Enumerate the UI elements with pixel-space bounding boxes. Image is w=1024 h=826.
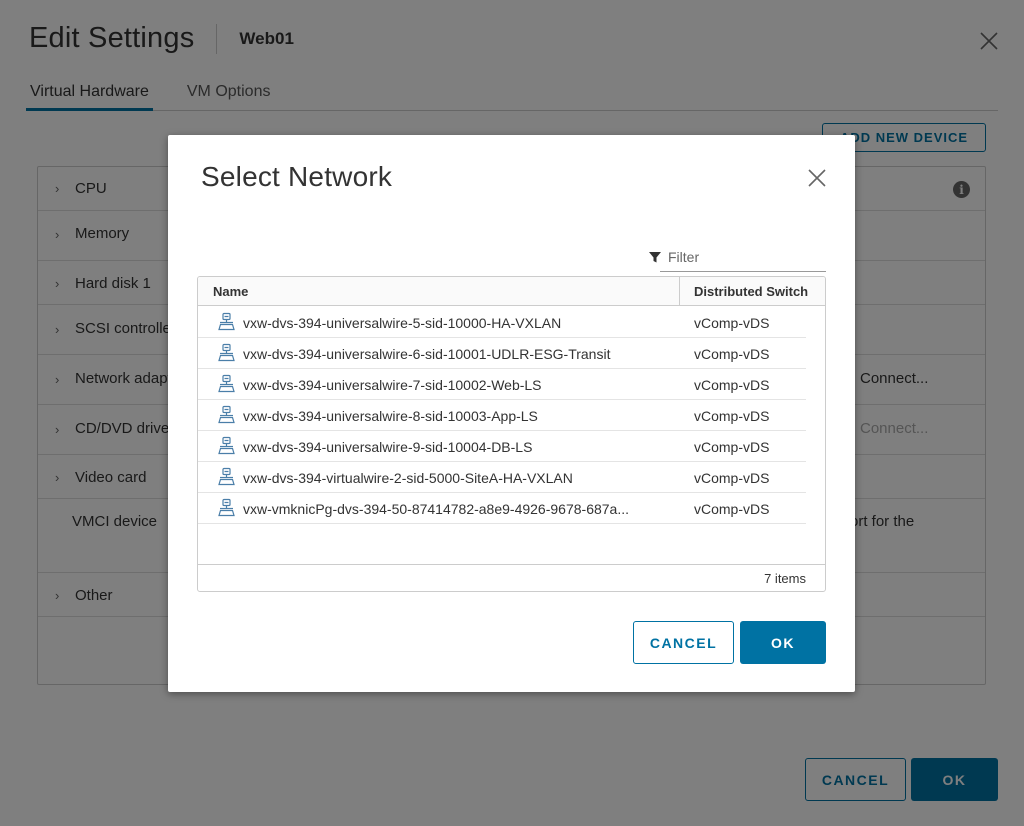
ok-button[interactable]: OK <box>740 621 826 664</box>
switch-name: vComp-vDS <box>694 315 770 331</box>
network-icon <box>218 343 235 362</box>
cell-switch: vComp-vDS <box>681 400 806 431</box>
network-name: vxw-dvs-394-universalwire-5-sid-10000-HA… <box>243 315 562 331</box>
network-icon <box>218 405 235 424</box>
cell-name: vxw-dvs-394-virtualwire-2-sid-5000-SiteA… <box>198 462 681 493</box>
network-grid: Name Distributed Switch vxw-dvs-394-univ… <box>197 276 826 592</box>
cell-switch: vComp-vDS <box>681 462 806 493</box>
cell-name: vxw-vmknicPg-dvs-394-50-87414782-a8e9-49… <box>198 493 681 524</box>
cell-name: vxw-dvs-394-universalwire-9-sid-10004-DB… <box>198 431 681 462</box>
cell-switch: vComp-vDS <box>681 493 806 524</box>
grid-body: vxw-dvs-394-universalwire-5-sid-10000-HA… <box>198 307 825 524</box>
cell-switch: vComp-vDS <box>681 369 806 400</box>
column-resize-handle[interactable] <box>679 277 680 306</box>
switch-name: vComp-vDS <box>694 346 770 362</box>
column-header-distributed-switch[interactable]: Distributed Switch <box>694 284 808 299</box>
cell-name: vxw-dvs-394-universalwire-5-sid-10000-HA… <box>198 307 681 338</box>
grid-header: Name Distributed Switch <box>198 277 825 306</box>
table-row[interactable]: vxw-dvs-394-universalwire-9-sid-10004-DB… <box>198 431 825 462</box>
dialog-title: Select Network <box>201 161 393 192</box>
network-name: vxw-dvs-394-universalwire-8-sid-10003-Ap… <box>243 408 538 424</box>
network-icon <box>218 498 235 517</box>
select-network-dialog: Select Network Name Distributed Switch v… <box>168 135 855 692</box>
cancel-button[interactable]: CANCEL <box>633 621 734 664</box>
cell-switch: vComp-vDS <box>681 431 806 462</box>
filter-input[interactable] <box>668 249 808 265</box>
switch-name: vComp-vDS <box>694 408 770 424</box>
network-name: vxw-vmknicPg-dvs-394-50-87414782-a8e9-49… <box>243 501 630 517</box>
network-name: vxw-dvs-394-universalwire-7-sid-10002-We… <box>243 377 542 393</box>
network-name: vxw-dvs-394-universalwire-9-sid-10004-DB… <box>243 439 533 455</box>
network-name: vxw-dvs-394-universalwire-6-sid-10001-UD… <box>243 346 611 362</box>
network-icon <box>218 467 235 486</box>
table-row[interactable]: vxw-dvs-394-universalwire-8-sid-10003-Ap… <box>198 400 825 431</box>
network-icon <box>218 374 235 393</box>
cell-switch: vComp-vDS <box>681 307 806 338</box>
network-icon <box>218 436 235 455</box>
cell-name: vxw-dvs-394-universalwire-6-sid-10001-UD… <box>198 338 681 369</box>
grid-footer: 7 items <box>198 564 825 591</box>
cell-switch: vComp-vDS <box>681 338 806 369</box>
table-row[interactable]: vxw-dvs-394-virtualwire-2-sid-5000-SiteA… <box>198 462 825 493</box>
column-header-name[interactable]: Name <box>213 284 248 299</box>
cell-name: vxw-dvs-394-universalwire-8-sid-10003-Ap… <box>198 400 681 431</box>
items-count: 7 items <box>764 571 806 586</box>
table-row[interactable]: vxw-dvs-394-universalwire-5-sid-10000-HA… <box>198 307 825 338</box>
switch-name: vComp-vDS <box>694 439 770 455</box>
table-row[interactable]: vxw-dvs-394-universalwire-6-sid-10001-UD… <box>198 338 825 369</box>
cell-name: vxw-dvs-394-universalwire-7-sid-10002-We… <box>198 369 681 400</box>
network-name: vxw-dvs-394-virtualwire-2-sid-5000-SiteA… <box>243 470 573 486</box>
network-icon <box>218 312 235 331</box>
filter-icon <box>649 252 661 263</box>
table-row[interactable]: vxw-vmknicPg-dvs-394-50-87414782-a8e9-49… <box>198 493 825 524</box>
switch-name: vComp-vDS <box>694 470 770 486</box>
table-row[interactable]: vxw-dvs-394-universalwire-7-sid-10002-We… <box>198 369 825 400</box>
switch-name: vComp-vDS <box>694 377 770 393</box>
close-icon[interactable] <box>806 167 828 189</box>
switch-name: vComp-vDS <box>694 501 770 517</box>
filter-field <box>649 243 826 272</box>
